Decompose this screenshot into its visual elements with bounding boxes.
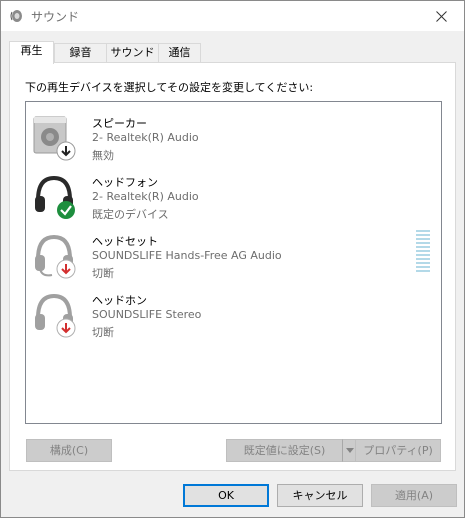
disabled-arrow-icon [56,141,76,161]
device-name: ヘッドセット [92,235,158,248]
device-headphones-default[interactable]: ヘッドフォン 2- Realtek(R) Audio 既定のデバイス [26,166,441,224]
device-description: 2- Realtek(R) Audio [92,190,199,203]
level-meter [416,230,430,274]
apply-button[interactable]: 適用(A) [371,484,457,507]
cancel-button[interactable]: キャンセル [277,484,363,507]
set-default-button[interactable]: 既定値に設定(S) [226,439,343,462]
title-bar: サウンド [1,1,464,31]
device-headset[interactable]: ヘッドセット SOUNDSLIFE Hands-Free AG Audio 切断 [26,225,441,283]
device-list[interactable]: スピーカー 2- Realtek(R) Audio 無効 ヘッドフォン 2- R… [25,101,442,424]
device-name: ヘッドホン [92,294,147,307]
disconnected-arrow-icon [56,259,76,279]
device-description: 2- Realtek(R) Audio [92,131,199,144]
headphones-icon [35,175,75,219]
headset-icon [35,234,76,279]
chevron-down-icon [345,448,354,453]
disconnected-arrow-icon [56,318,76,338]
tab-communications[interactable]: 通信 [158,43,201,63]
device-speaker[interactable]: スピーカー 2- Realtek(R) Audio 無効 [26,107,441,165]
device-name: スピーカー [92,117,147,130]
window-title: サウンド [31,10,80,24]
default-check-icon [57,201,75,219]
tab-sounds[interactable]: サウンド [106,43,159,63]
headphones-icon [35,293,76,338]
device-description: SOUNDSLIFE Hands-Free AG Audio [92,249,282,262]
device-headphones-stereo[interactable]: ヘッドホン SOUNDSLIFE Stereo 切断 [26,284,441,342]
instruction-text: 下の再生デバイスを選択してその設定を変更してください: [25,81,314,94]
sound-dialog: サウンド 再生 録音 サウンド 通信 下の再生デバイスを選択してその設定を変更し… [0,0,465,518]
speaker-icon [10,10,22,22]
device-status: 切断 [92,267,114,280]
ok-button[interactable]: OK [183,484,269,507]
device-status: 既定のデバイス [92,208,169,221]
speaker-icon [33,116,76,161]
device-status: 無効 [92,149,114,162]
device-name: ヘッドフォン [92,176,158,189]
device-status: 切断 [92,326,114,339]
playback-panel: 下の再生デバイスを選択してその設定を変更してください: スピーカー 2- Rea… [9,62,456,471]
close-icon [435,10,447,22]
tab-recording[interactable]: 録音 [54,43,107,63]
tab-playback[interactable]: 再生 [9,41,54,64]
device-description: SOUNDSLIFE Stereo [92,308,202,321]
configure-button[interactable]: 構成(C) [26,439,112,462]
properties-button[interactable]: プロパティ(P) [355,439,441,462]
close-button[interactable] [418,1,464,31]
